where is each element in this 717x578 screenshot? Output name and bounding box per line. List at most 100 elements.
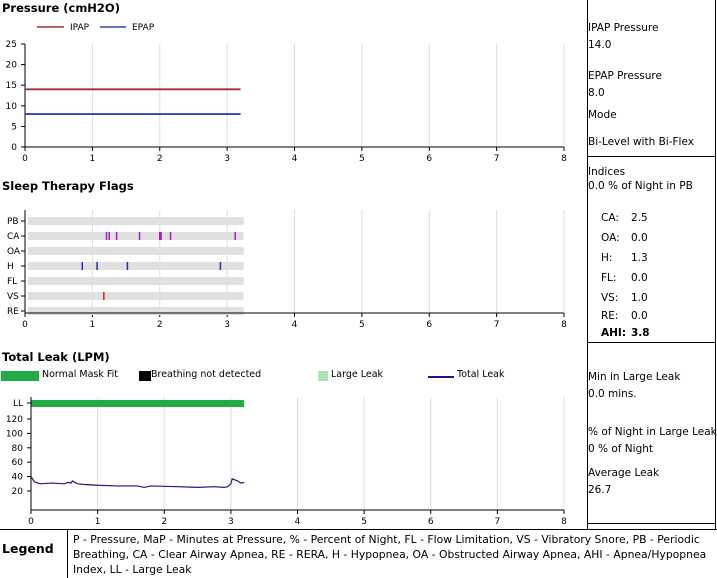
x-tick-label: 7: [494, 320, 500, 330]
x-tick-label: 1: [95, 517, 101, 527]
indices-label: Indices: [588, 166, 626, 178]
x-tick-label: 7: [494, 154, 500, 164]
leak-title: Total Leak (LPM): [2, 350, 110, 364]
index-oa: OA: 0.0: [601, 232, 648, 244]
average-leak-value: 26.7: [588, 484, 612, 496]
min-large-leak-value: 0.0 mins.: [588, 388, 637, 400]
index-h: H: 1.3: [601, 252, 648, 264]
legend-separator: [67, 530, 68, 578]
x-tick-label: 3: [224, 320, 230, 330]
x-tick-label: 2: [157, 320, 163, 330]
x-tick-label: 6: [426, 320, 432, 330]
x-tick-label: 4: [295, 517, 301, 527]
x-tick-label: 1: [90, 154, 96, 164]
x-tick-label: 2: [161, 517, 167, 527]
epap-pressure-value: 8.0: [588, 87, 605, 99]
flag-row-bar: [28, 232, 244, 240]
pct-large-leak-label: % of Night in Large Leak: [588, 426, 717, 438]
index-label: VS:: [601, 292, 619, 304]
flag-row-label: RE: [7, 307, 19, 317]
x-tick-label: 3: [228, 517, 234, 527]
y-tick-label: 100: [6, 429, 23, 439]
y-tick-label: 10: [6, 102, 18, 112]
pct-large-leak-value: 0 % of Night: [588, 443, 653, 455]
total-leak-series-line: [30, 476, 245, 489]
index-ahi: AHI: 3.8: [601, 327, 650, 339]
y-tick-label: 0: [11, 143, 17, 153]
index-label: RE:: [601, 310, 619, 322]
normal-mask-fit-swatch: [1, 371, 39, 381]
normal-mask-fit-label: Normal Mask Fit: [42, 369, 119, 380]
total-leak-label: Total Leak: [457, 369, 505, 380]
x-tick-label: 2: [157, 154, 163, 164]
divider-pressure: [588, 156, 716, 157]
index-value: 0.0: [631, 310, 648, 322]
flag-row-bar: [28, 217, 244, 225]
pressure-legend: IPAP EPAP: [37, 23, 155, 33]
x-tick-label: 0: [28, 517, 34, 527]
y-tick-label: 20: [6, 61, 18, 71]
x-tick-label: 1: [90, 320, 96, 330]
flag-row-label: FL: [7, 277, 17, 287]
epap-legend-label: EPAP: [132, 23, 155, 33]
flag-row-label: OA: [7, 247, 21, 257]
breathing-not-detected-swatch: [139, 371, 151, 381]
x-tick-label: 4: [292, 154, 298, 164]
index-value: 1.0: [631, 292, 648, 304]
flag-row-bar: [28, 307, 244, 315]
index-value: 0.0: [631, 232, 648, 244]
ipap-pressure-value: 14.0: [588, 39, 612, 51]
index-ca: CA: 2.5: [601, 212, 648, 224]
index-vs: VS: 1.0: [601, 292, 648, 304]
legend-top-border: [0, 529, 717, 530]
x-tick-label: 5: [361, 517, 367, 527]
large-leak-swatch: [318, 371, 328, 381]
y-tick-label: 60: [12, 458, 24, 468]
index-value: 1.3: [631, 252, 648, 264]
mode-label: Mode: [588, 109, 617, 121]
x-tick-label: 8: [561, 517, 567, 527]
ahi-value: 3.8: [631, 327, 650, 339]
mode-value: Bi-Level with Bi-Flex: [588, 136, 694, 148]
index-label: OA:: [601, 232, 620, 244]
ipap-legend-label: IPAP: [70, 23, 90, 33]
leak-chart: 0 1 2 3 4 5 6 7 8 LL 120 100 80 60 40 20: [6, 397, 567, 527]
x-tick-label: 3: [224, 154, 230, 164]
flags-title: Sleep Therapy Flags: [2, 179, 134, 193]
index-re: RE: 0.0: [601, 310, 648, 322]
flags-chart: 0 1 2 3 4 5 6 7 8 PB CA OA H FL VS RE: [7, 210, 567, 330]
y-tick-label: 40: [12, 473, 24, 483]
x-tick-label: 5: [359, 320, 365, 330]
y-tick-label: 15: [6, 81, 17, 91]
pb-percent: 0.0 % of Night in PB: [588, 180, 693, 192]
x-tick-label: 4: [292, 320, 298, 330]
legend-label: Legend: [2, 541, 54, 556]
legend-description: P - Pressure, MaP - Minutes at Pressure,…: [73, 533, 707, 576]
pressure-title: Pressure (cmH2O): [2, 1, 120, 15]
flag-row-bar: [28, 277, 244, 285]
y-tick-label: 5: [11, 122, 17, 132]
x-tick-label: 6: [426, 154, 432, 164]
x-tick-label: 7: [495, 517, 501, 527]
normal-mask-fit-band: [31, 400, 245, 407]
x-tick-label: 0: [22, 154, 28, 164]
flag-row-bar: [28, 292, 244, 300]
flag-row-bar: [28, 262, 244, 270]
ipap-pressure-label: IPAP Pressure: [588, 22, 659, 34]
index-value: 2.5: [631, 212, 648, 224]
pressure-chart: IPAP EPAP 0 1 2 3 4 5 6 7 8 25 20 15 10 5 0: [6, 23, 568, 164]
x-tick-label: 6: [428, 517, 434, 527]
breathing-not-detected-label: Breathing not detected: [151, 369, 262, 380]
index-label: H:: [601, 252, 613, 264]
x-tick-label: 8: [561, 320, 567, 330]
average-leak-label: Average Leak: [588, 467, 660, 479]
flag-row-label: VS: [7, 292, 19, 302]
epap-pressure-label: EPAP Pressure: [588, 70, 662, 82]
y-tick-label: 80: [12, 444, 24, 454]
x-tick-label: 5: [359, 154, 365, 164]
divider-flags: [588, 342, 716, 343]
flag-row-label: H: [7, 262, 14, 272]
index-value: 0.0: [631, 272, 648, 284]
x-tick-label: 0: [22, 320, 28, 330]
index-label: CA:: [601, 212, 619, 224]
